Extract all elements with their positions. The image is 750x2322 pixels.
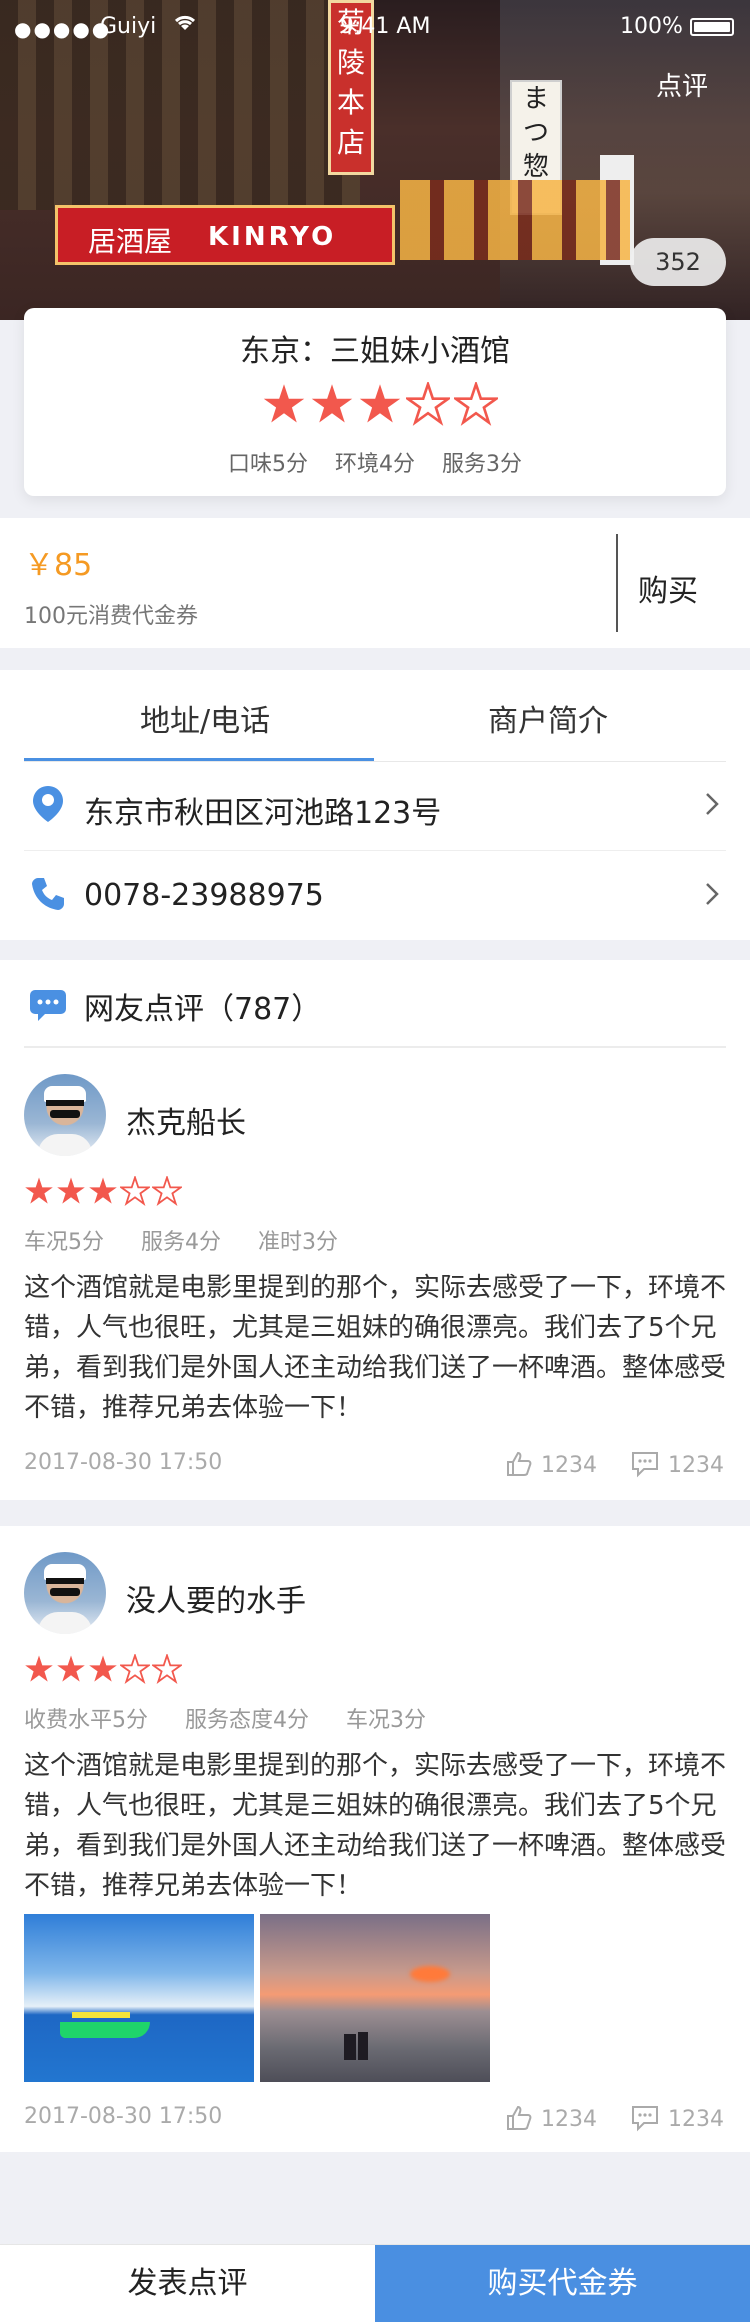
signal-icon: ●●●●● — [14, 17, 112, 41]
star-filled-icon — [88, 1654, 118, 1684]
review-score-tags: 车况5分 服务4分 准时3分 — [24, 1224, 368, 1256]
score-taste: 口味5分 — [228, 452, 308, 477]
clock: 9:41 AM — [340, 14, 431, 39]
photo-count-badge[interactable]: 352 — [630, 238, 726, 286]
chevron-right-icon — [704, 786, 720, 826]
avatar[interactable] — [24, 1074, 106, 1156]
comment-icon — [632, 1452, 658, 1478]
voucher-description: 100元消费代金券 — [24, 604, 198, 629]
review-score-tags: 收费水平5分 服务态度4分 车况3分 — [24, 1702, 456, 1734]
review-tag: 服务4分 — [141, 1230, 221, 1255]
review-photo-sunset[interactable] — [260, 1914, 490, 2082]
comment-button[interactable]: 1234 — [630, 1450, 724, 1478]
star-empty-icon — [403, 380, 453, 426]
review-card: 没人要的水手 收费水平5分 服务态度4分 车况3分 这个酒馆就是电影里提到的那个… — [0, 1526, 750, 2152]
battery-icon — [690, 18, 734, 36]
tab-merchant-intro[interactable]: 商户简介 — [488, 696, 608, 740]
chevron-right-icon — [704, 876, 720, 916]
review-photo-boat[interactable] — [24, 1914, 254, 2082]
reviews-title: 网友点评（787） — [84, 992, 322, 1027]
status-bar: ●●●●● Guiyi 9:41 AM 100% — [0, 0, 750, 54]
review-content: 这个酒馆就是电影里提到的那个，实际去感受了一下，环境不错，人气也很旺，尤其是三姐… — [24, 1751, 727, 1901]
voucher-price: ￥85 — [24, 548, 93, 583]
like-count: 1234 — [541, 1453, 597, 1478]
voucher-divider — [616, 534, 618, 632]
reviewer-name: 没人要的水手 — [126, 1584, 306, 1619]
address-text: 东京市秋田区河池路123号 — [84, 796, 442, 831]
star-filled-icon — [24, 1176, 54, 1206]
bottom-action-bar: 发表点评 购买代金券 — [0, 2244, 750, 2322]
review-date: 2017-08-30 17:50 — [24, 1450, 223, 1475]
like-button[interactable]: 1234 — [505, 2104, 597, 2132]
review-link[interactable]: 点评 — [656, 66, 708, 103]
store-scores: 口味5分 环境4分 服务3分 — [24, 446, 726, 478]
row-divider — [24, 850, 726, 851]
voucher-section: ￥85 100元消费代金券 购买 — [0, 518, 750, 648]
write-review-button[interactable]: 发表点评 — [0, 2245, 375, 2322]
star-filled-icon — [56, 1176, 86, 1206]
review-actions: 1234 1234 — [479, 2104, 724, 2132]
reviewer-name: 杰克船长 — [126, 1106, 246, 1141]
star-empty-icon — [451, 380, 501, 426]
phone-icon — [28, 874, 68, 914]
star-empty-icon — [118, 1652, 152, 1684]
battery-percent: 100% — [620, 14, 683, 39]
star-empty-icon — [118, 1174, 152, 1206]
thumbs-up-icon — [507, 2105, 532, 2130]
store-rating-stars — [262, 380, 502, 430]
star-empty-icon — [150, 1174, 184, 1206]
reviews-header: 网友点评（787） — [0, 960, 750, 1048]
buy-button[interactable]: 购买 — [638, 566, 698, 610]
comment-count: 1234 — [668, 2107, 724, 2132]
review-date: 2017-08-30 17:50 — [24, 2104, 223, 2129]
review-tag: 车况5分 — [24, 1230, 104, 1255]
store-info-card: 东京：三姐妹小酒馆 口味5分 环境4分 服务3分 — [24, 308, 726, 496]
info-section: 地址/电话 商户简介 东京市秋田区河池路123号 0078-23988975 — [0, 670, 750, 940]
comment-bubble-icon — [28, 988, 68, 1026]
review-rating-stars — [24, 1652, 184, 1688]
review-actions: 1234 1234 — [479, 1450, 724, 1478]
like-count: 1234 — [541, 2107, 597, 2132]
phone-text: 0078-23988975 — [84, 878, 324, 913]
hero-banner: 居酒屋 KINRYO — [55, 205, 395, 265]
comment-icon — [632, 2106, 658, 2132]
phone-row[interactable]: 0078-23988975 — [0, 852, 750, 940]
review-tag: 收费水平5分 — [24, 1708, 148, 1733]
carrier-label: Guiyi — [100, 14, 157, 39]
like-button[interactable]: 1234 — [505, 1450, 597, 1478]
store-title: 东京：三姐妹小酒馆 — [240, 334, 510, 369]
star-filled-icon — [310, 382, 354, 426]
review-tag: 服务态度4分 — [185, 1708, 309, 1733]
score-environment: 环境4分 — [335, 452, 415, 477]
tab-address-phone[interactable]: 地址/电话 — [140, 696, 270, 740]
info-tabs: 地址/电话 商户简介 — [0, 670, 750, 762]
star-filled-icon — [24, 1654, 54, 1684]
score-service: 服务3分 — [442, 452, 522, 477]
review-content: 这个酒馆就是电影里提到的那个，实际去感受了一下，环境不错，人气也很旺，尤其是三姐… — [24, 1273, 727, 1423]
review-card: 杰克船长 车况5分 服务4分 准时3分 这个酒馆就是电影里提到的那个，实际去感受… — [0, 1048, 750, 1500]
comment-count: 1234 — [668, 1453, 724, 1478]
comment-button[interactable]: 1234 — [630, 2104, 724, 2132]
review-rating-stars — [24, 1174, 184, 1210]
star-filled-icon — [88, 1176, 118, 1206]
review-tag: 准时3分 — [258, 1230, 338, 1255]
avatar[interactable] — [24, 1552, 106, 1634]
address-row[interactable]: 东京市秋田区河池路123号 — [0, 762, 750, 850]
star-filled-icon — [358, 382, 402, 426]
buy-voucher-button[interactable]: 购买代金券 — [375, 2245, 750, 2322]
thumbs-up-icon — [507, 1451, 532, 1476]
star-empty-icon — [150, 1652, 184, 1684]
star-filled-icon — [56, 1654, 86, 1684]
hero-lanterns — [400, 180, 630, 260]
location-pin-icon — [28, 784, 68, 824]
star-filled-icon — [262, 382, 306, 426]
wifi-icon — [172, 12, 198, 38]
review-tag: 车况3分 — [346, 1708, 426, 1733]
